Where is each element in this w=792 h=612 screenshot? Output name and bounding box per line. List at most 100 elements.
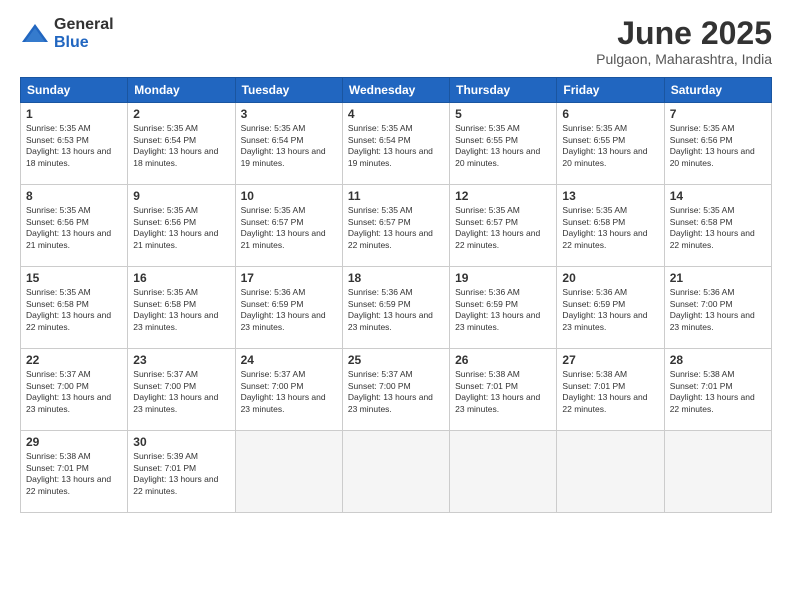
day-number: 15 (26, 271, 122, 285)
logo: General Blue (20, 16, 114, 52)
table-row: 15 Sunrise: 5:35 AMSunset: 6:58 PMDayligh… (21, 267, 128, 349)
table-row: 7 Sunrise: 5:35 AMSunset: 6:56 PMDaylight… (664, 103, 771, 185)
table-row: 8Sunrise: 5:35 AMSunset: 6:56 PMDaylight… (21, 185, 128, 267)
day-info: Sunrise: 5:38 AMSunset: 7:01 PMDaylight:… (562, 369, 658, 415)
table-row: 27 Sunrise: 5:38 AMSunset: 7:01 PMDayligh… (557, 349, 664, 431)
day-number: 13 (562, 189, 658, 203)
day-number: 20 (562, 271, 658, 285)
table-row (235, 431, 342, 513)
day-info: Sunrise: 5:35 AMSunset: 6:57 PMDaylight:… (241, 205, 337, 251)
col-monday: Monday (128, 78, 235, 103)
table-row: 5Sunrise: 5:35 AMSunset: 6:55 PMDaylight… (450, 103, 557, 185)
table-row: 13 Sunrise: 5:35 AMSunset: 6:58 PMDayligh… (557, 185, 664, 267)
day-info: Sunrise: 5:35 AMSunset: 6:55 PMDaylight:… (562, 123, 658, 169)
day-info: Sunrise: 5:35 AMSunset: 6:56 PMDaylight:… (133, 205, 229, 251)
day-number: 9 (133, 189, 229, 203)
col-sunday: Sunday (21, 78, 128, 103)
col-wednesday: Wednesday (342, 78, 449, 103)
table-row: 26Sunrise: 5:38 AMSunset: 7:01 PMDayligh… (450, 349, 557, 431)
day-number: 3 (241, 107, 337, 121)
day-number: 19 (455, 271, 551, 285)
day-number: 23 (133, 353, 229, 367)
day-number: 4 (348, 107, 444, 121)
table-row: 24 Sunrise: 5:37 AMSunset: 7:00 PMDayligh… (235, 349, 342, 431)
table-row: 6Sunrise: 5:35 AMSunset: 6:55 PMDaylight… (557, 103, 664, 185)
day-number: 2 (133, 107, 229, 121)
day-info: Sunrise: 5:35 AMSunset: 6:58 PMDaylight:… (133, 287, 229, 333)
table-row: 25 Sunrise: 5:37 AMSunset: 7:00 PMDayligh… (342, 349, 449, 431)
day-number: 12 (455, 189, 551, 203)
day-number: 25 (348, 353, 444, 367)
table-row: 4 Sunrise: 5:35 AMSunset: 6:54 PMDaylight… (342, 103, 449, 185)
day-number: 17 (241, 271, 337, 285)
day-info: Sunrise: 5:38 AMSunset: 7:01 PMDaylight:… (26, 451, 122, 497)
table-row: 19 Sunrise: 5:36 AMSunset: 6:59 PMDayligh… (450, 267, 557, 349)
calendar-week-row: 22 Sunrise: 5:37 AMSunset: 7:00 PMDayligh… (21, 349, 772, 431)
day-info: Sunrise: 5:37 AMSunset: 7:00 PMDaylight:… (348, 369, 444, 415)
day-info: Sunrise: 5:35 AMSunset: 6:58 PMDaylight:… (26, 287, 122, 333)
day-info: Sunrise: 5:35 AMSunset: 6:56 PMDaylight:… (670, 123, 766, 169)
day-info: Sunrise: 5:35 AMSunset: 6:54 PMDaylight:… (241, 123, 337, 169)
day-number: 21 (670, 271, 766, 285)
table-row (664, 431, 771, 513)
day-number: 29 (26, 435, 122, 449)
day-info: Sunrise: 5:35 AMSunset: 6:57 PMDaylight:… (455, 205, 551, 251)
table-row (557, 431, 664, 513)
table-row: 10Sunrise: 5:35 AMSunset: 6:57 PMDayligh… (235, 185, 342, 267)
day-info: Sunrise: 5:35 AMSunset: 6:57 PMDaylight:… (348, 205, 444, 251)
day-info: Sunrise: 5:38 AMSunset: 7:01 PMDaylight:… (670, 369, 766, 415)
calendar-week-row: 1Sunrise: 5:35 AMSunset: 6:53 PMDaylight… (21, 103, 772, 185)
logo-blue: Blue (54, 34, 89, 51)
location-title: Pulgaon, Maharashtra, India (596, 51, 772, 67)
weekday-header-row: Sunday Monday Tuesday Wednesday Thursday… (21, 78, 772, 103)
day-info: Sunrise: 5:35 AMSunset: 6:54 PMDaylight:… (133, 123, 229, 169)
day-info: Sunrise: 5:35 AMSunset: 6:56 PMDaylight:… (26, 205, 122, 251)
day-info: Sunrise: 5:36 AMSunset: 7:00 PMDaylight:… (670, 287, 766, 333)
day-info: Sunrise: 5:37 AMSunset: 7:00 PMDaylight:… (241, 369, 337, 415)
day-number: 11 (348, 189, 444, 203)
month-title: June 2025 (596, 16, 772, 51)
logo-general: General (54, 16, 114, 33)
col-thursday: Thursday (450, 78, 557, 103)
calendar-week-row: 29 Sunrise: 5:38 AMSunset: 7:01 PMDayligh… (21, 431, 772, 513)
table-row: 20Sunrise: 5:36 AMSunset: 6:59 PMDayligh… (557, 267, 664, 349)
logo-text: General Blue (54, 16, 114, 52)
title-block: June 2025 Pulgaon, Maharashtra, India (596, 16, 772, 67)
table-row (342, 431, 449, 513)
table-row: 1Sunrise: 5:35 AMSunset: 6:53 PMDaylight… (21, 103, 128, 185)
day-info: Sunrise: 5:35 AMSunset: 6:58 PMDaylight:… (562, 205, 658, 251)
day-number: 27 (562, 353, 658, 367)
day-number: 22 (26, 353, 122, 367)
logo-icon (20, 22, 50, 46)
day-number: 5 (455, 107, 551, 121)
col-friday: Friday (557, 78, 664, 103)
day-info: Sunrise: 5:39 AMSunset: 7:01 PMDaylight:… (133, 451, 229, 497)
day-number: 18 (348, 271, 444, 285)
day-number: 24 (241, 353, 337, 367)
day-number: 16 (133, 271, 229, 285)
table-row: 11 Sunrise: 5:35 AMSunset: 6:57 PMDayligh… (342, 185, 449, 267)
table-row: 16 Sunrise: 5:35 AMSunset: 6:58 PMDayligh… (128, 267, 235, 349)
day-info: Sunrise: 5:35 AMSunset: 6:54 PMDaylight:… (348, 123, 444, 169)
day-number: 7 (670, 107, 766, 121)
table-row: 18 Sunrise: 5:36 AMSunset: 6:59 PMDayligh… (342, 267, 449, 349)
day-info: Sunrise: 5:37 AMSunset: 7:00 PMDaylight:… (26, 369, 122, 415)
day-info: Sunrise: 5:35 AMSunset: 6:58 PMDaylight:… (670, 205, 766, 251)
day-number: 26 (455, 353, 551, 367)
day-number: 14 (670, 189, 766, 203)
day-info: Sunrise: 5:37 AMSunset: 7:00 PMDaylight:… (133, 369, 229, 415)
table-row: 2 Sunrise: 5:35 AMSunset: 6:54 PMDaylight… (128, 103, 235, 185)
day-info: Sunrise: 5:35 AMSunset: 6:53 PMDaylight:… (26, 123, 122, 169)
calendar-week-row: 15 Sunrise: 5:35 AMSunset: 6:58 PMDayligh… (21, 267, 772, 349)
day-info: Sunrise: 5:36 AMSunset: 6:59 PMDaylight:… (241, 287, 337, 333)
table-row: 22 Sunrise: 5:37 AMSunset: 7:00 PMDayligh… (21, 349, 128, 431)
table-row: 28Sunrise: 5:38 AMSunset: 7:01 PMDayligh… (664, 349, 771, 431)
table-row: 30Sunrise: 5:39 AMSunset: 7:01 PMDayligh… (128, 431, 235, 513)
table-row: 21 Sunrise: 5:36 AMSunset: 7:00 PMDayligh… (664, 267, 771, 349)
day-info: Sunrise: 5:36 AMSunset: 6:59 PMDaylight:… (455, 287, 551, 333)
day-info: Sunrise: 5:36 AMSunset: 6:59 PMDaylight:… (348, 287, 444, 333)
table-row: 23 Sunrise: 5:37 AMSunset: 7:00 PMDayligh… (128, 349, 235, 431)
calendar: Sunday Monday Tuesday Wednesday Thursday… (20, 77, 772, 513)
col-tuesday: Tuesday (235, 78, 342, 103)
table-row (450, 431, 557, 513)
